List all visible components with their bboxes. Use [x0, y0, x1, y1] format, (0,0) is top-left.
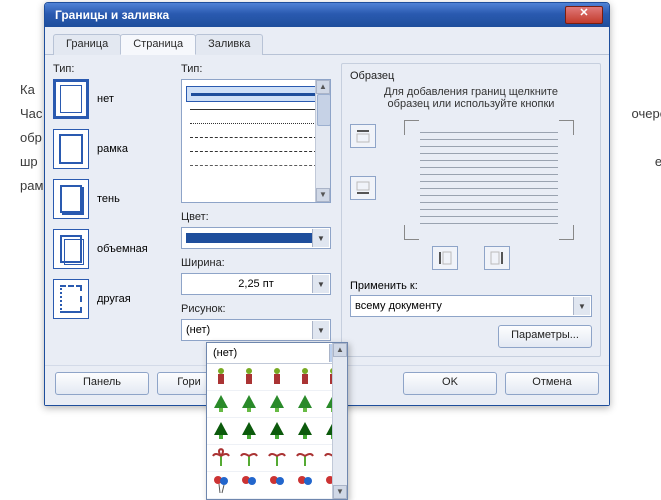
palm-icon — [240, 448, 258, 468]
type-box[interactable]: рамка — [53, 129, 171, 169]
tree-icon — [268, 421, 286, 441]
scroll-up-icon[interactable]: ▲ — [316, 80, 330, 94]
type-shadow[interactable]: тень — [53, 179, 171, 219]
border-right-icon — [490, 251, 504, 265]
border-bottom-icon — [356, 181, 370, 195]
dialog-title: Границы и заливка — [55, 8, 169, 22]
art-option-people[interactable] — [207, 364, 347, 391]
scroll-thumb[interactable] — [317, 94, 331, 126]
type-custom[interactable]: другая — [53, 279, 171, 319]
person-icon — [298, 367, 312, 387]
balloon-icon — [241, 475, 257, 495]
balloon-icon — [297, 475, 313, 495]
palm-icon — [212, 448, 230, 468]
linestyle-list[interactable]: ▲ ▼ — [181, 79, 331, 203]
chevron-down-icon: ▼ — [312, 321, 329, 339]
art-dropdown[interactable]: (нет) ▼ — [181, 319, 331, 341]
color-label: Цвет: — [181, 211, 331, 223]
close-button[interactable]: ✕ — [565, 6, 603, 24]
chevron-down-icon: ▼ — [312, 229, 329, 247]
linestyle-scrollbar[interactable]: ▲ ▼ — [315, 80, 330, 202]
type-custom-icon — [53, 279, 89, 319]
titlebar[interactable]: Границы и заливка ✕ — [45, 3, 609, 27]
type-none-icon — [53, 79, 89, 119]
tree-icon — [212, 394, 230, 414]
art-dropdown-popup[interactable]: (нет) ▼ ▲ ▼ — [206, 342, 348, 500]
tree-icon — [240, 421, 258, 441]
scroll-up-icon[interactable]: ▲ — [333, 343, 347, 357]
palm-icon — [268, 448, 286, 468]
balloon-icon — [269, 475, 285, 495]
tree-icon — [296, 394, 314, 414]
scroll-down-icon[interactable]: ▼ — [316, 188, 330, 202]
tree-icon — [212, 421, 230, 441]
border-right-button[interactable] — [484, 246, 510, 270]
art-option-trees-dark[interactable] — [207, 418, 347, 445]
tree-icon — [268, 394, 286, 414]
tabstrip: Граница Страница Заливка — [45, 27, 609, 55]
apply-label: Применить к: — [350, 280, 592, 292]
tab-page[interactable]: Страница — [120, 34, 196, 55]
art-selected-row[interactable]: (нет) ▼ — [207, 343, 347, 364]
chevron-down-icon: ▼ — [573, 297, 590, 315]
palm-icon — [296, 448, 314, 468]
border-left-icon — [438, 251, 452, 265]
type-shadow-icon — [53, 179, 89, 219]
page-preview[interactable] — [386, 120, 592, 240]
art-option-trees-light[interactable] — [207, 391, 347, 418]
art-label: Рисунок: — [181, 303, 331, 315]
preview-title: Образец — [350, 70, 592, 82]
person-icon — [270, 367, 284, 387]
chevron-down-icon: ▼ — [312, 275, 329, 293]
preview-group: Образец Для добавления границ щелкните о… — [341, 63, 601, 357]
border-bottom-button[interactable] — [350, 176, 376, 200]
color-swatch — [186, 233, 326, 243]
apply-dropdown[interactable]: всему документу ▼ — [350, 295, 592, 317]
close-icon: ✕ — [579, 7, 588, 19]
border-top-button[interactable] — [350, 124, 376, 148]
width-dropdown[interactable]: 2,25 пт ▼ — [181, 273, 331, 295]
art-option-palms[interactable] — [207, 445, 347, 472]
preview-hint: Для добавления границ щелкните образец и… — [350, 86, 592, 110]
type-section-label: Тип: — [53, 63, 171, 75]
type-3d[interactable]: объемная — [53, 229, 171, 269]
art-scrollbar[interactable]: ▲ ▼ — [332, 343, 347, 499]
type-none[interactable]: нет — [53, 79, 171, 119]
options-button[interactable]: Параметры... — [498, 325, 592, 348]
panel-button[interactable]: Панель — [55, 372, 149, 395]
person-icon — [242, 367, 256, 387]
linestyle-label: Тип: — [181, 63, 331, 75]
tab-border[interactable]: Граница — [53, 34, 121, 55]
scroll-down-icon[interactable]: ▼ — [333, 485, 347, 499]
art-option-balloons[interactable] — [207, 472, 347, 499]
tree-icon — [240, 394, 258, 414]
border-left-button[interactable] — [432, 246, 458, 270]
type-box-icon — [53, 129, 89, 169]
type-3d-icon — [53, 229, 89, 269]
ok-button[interactable]: OK — [403, 372, 497, 395]
width-label: Ширина: — [181, 257, 331, 269]
balloon-icon — [213, 475, 229, 495]
cancel-button[interactable]: Отмена — [505, 372, 599, 395]
tab-shading[interactable]: Заливка — [195, 34, 263, 55]
border-top-icon — [356, 129, 370, 143]
color-dropdown[interactable]: ▼ — [181, 227, 331, 249]
tree-icon — [296, 421, 314, 441]
person-icon — [214, 367, 228, 387]
